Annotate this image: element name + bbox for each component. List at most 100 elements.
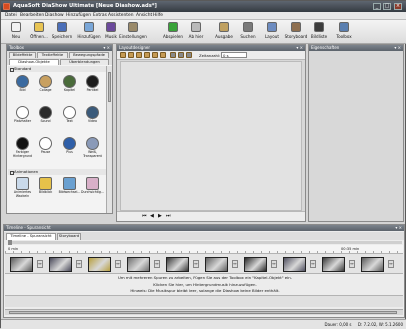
timeline-image-thumbnail[interactable] [88,257,111,272]
designer-tool-icon[interactable] [128,52,134,58]
output-icon [219,22,229,32]
preview-canvas[interactable] [120,61,302,211]
menu-ansicht[interactable]: Ansicht [136,13,152,18]
timeline-scroll-thumb[interactable] [9,311,397,314]
toolbar-button-2[interactable]: Speichern [51,22,73,43]
timeline-zoom-slider[interactable] [8,240,402,245]
toolbox-object[interactable]: Partikel [82,74,103,97]
toolbox-object[interactable]: Platzhalter [12,105,33,128]
toolbar-button-3[interactable]: Hinzufügen [77,22,101,43]
info-text-add-music[interactable]: Klicken Sie hier, um Hintergrundmusik hi… [4,282,406,287]
designer-tool-icon[interactable] [160,52,166,58]
toolbox-object[interactable]: Kapitel [59,74,80,97]
toolbar-button-1[interactable]: Öffnen... [28,22,50,43]
transition-icon[interactable]: ↔ [37,260,43,268]
toolbox-animation[interactable]: Bildblick [35,176,56,199]
toolbox-object[interactable]: Bild [12,74,33,97]
tab-ueberblendungen[interactable]: Überblendungen [60,59,109,65]
toolbar-button-11[interactable]: Storyboard [285,22,307,43]
timeline-image-thumbnail[interactable] [49,257,72,272]
designer-tool-icon[interactable] [152,52,158,58]
music-track[interactable] [5,295,403,307]
transition-icon[interactable]: ↔ [310,260,316,268]
object-label: Pause [40,150,51,154]
designer-tool-icon[interactable] [178,52,184,58]
panel-close-icon[interactable]: ▾ × [394,45,401,51]
maximize-button[interactable]: □ [383,3,391,10]
designer-tool-icon[interactable] [136,52,142,58]
zoom-field[interactable]: 0 s [221,52,247,58]
toolbox-object[interactable]: Weiß, Transparent [82,136,103,159]
section-standard[interactable]: Standard [8,66,111,72]
transition-icon[interactable]: ↔ [388,260,394,268]
timeline-image-thumbnail[interactable] [361,257,384,272]
transition-icon[interactable]: ↔ [193,260,199,268]
music-note-icon [106,22,116,32]
designer-tool-icon[interactable] [120,52,126,58]
transition-icon[interactable]: ↔ [76,260,82,268]
minimize-button[interactable]: _ [373,3,381,10]
tab-timeline[interactable]: Timeline - Spuransicht [6,233,56,240]
transition-icon[interactable]: ↔ [349,260,355,268]
timeline-hscrollbar[interactable] [5,309,403,315]
toolbar-button-8[interactable]: Ausgabe [213,22,235,43]
info-text-music-hint: Hinweis: Die Musikspur bleibt leer, sola… [130,288,280,293]
menu-extras[interactable]: Extras [93,13,107,18]
skip-back-icon[interactable]: ⏮ [142,213,147,219]
toolbar-button-5[interactable]: Einstellungen [119,22,147,43]
toolbox-object[interactable]: Video [82,105,103,128]
transition-icon[interactable]: ↔ [154,260,160,268]
step-forward-icon[interactable]: ▶ [158,213,162,219]
app-window: AquaSoft DiaShow Ultimate [Neue Diashow.… [0,0,406,329]
designer-tool-icon[interactable] [170,52,176,58]
toolbox-object[interactable]: Farbiger Hintergrund [12,136,33,159]
toolbar-button-10[interactable]: Layout [261,22,283,43]
toolbar-button-12[interactable]: Bildliste [308,22,330,43]
menu-hinzufuegen[interactable]: Hinzufügen [66,13,91,18]
transition-icon[interactable]: ↔ [232,260,238,268]
toolbar-button-13[interactable]: Toolbox [333,22,355,43]
menu-diashow[interactable]: Diashow [45,13,64,18]
toolbox-scrollbar[interactable] [106,66,112,213]
tab-storyboard[interactable]: Storyboard [57,233,81,240]
designer-tool-icon[interactable] [144,52,150,58]
object-label: Text [66,119,73,123]
toolbox-object[interactable]: Pause [35,136,56,159]
menu-datei[interactable]: Datei [5,13,17,18]
tab-diashow-objekte[interactable]: Diashow-Objekte [9,59,59,65]
timeline-image-thumbnail[interactable] [10,257,33,272]
toolbox-object[interactable]: Collage [35,74,56,97]
toolbar-button-0[interactable]: Neu [5,22,27,43]
timeline-image-thumbnail[interactable] [205,257,228,272]
section-animationen[interactable]: Animationen [8,169,111,175]
menu-hilfe[interactable]: Hilfe [153,13,163,18]
transition-icon[interactable]: ↔ [115,260,121,268]
skip-forward-icon[interactable]: ⏭ [166,213,171,219]
timeline-image-thumbnail[interactable] [127,257,150,272]
timeline-image-thumbnail[interactable] [166,257,189,272]
toolbox-object[interactable]: Text [59,105,80,128]
transition-icon[interactable]: ↔ [271,260,277,268]
menu-bearbeiten[interactable]: Bearbeiten [20,13,44,18]
window-title: AquaSoft DiaShow Ultimate [Neue Diashow.… [13,3,157,9]
toolbar-button-4[interactable]: Musik [100,22,122,43]
toolbox-object[interactable]: Plus [59,136,80,159]
toolbox-object[interactable]: Sound [35,105,56,128]
timeline-image-thumbnail[interactable] [283,257,306,272]
timeline-image-thumbnail[interactable] [244,257,267,272]
toolbar-button-6[interactable]: Abspielen [162,22,184,43]
step-back-icon[interactable]: ◀ [150,213,154,219]
toolbar-button-9[interactable]: Suchen [237,22,259,43]
panel-close-icon[interactable]: ▾ × [395,225,402,231]
toolbox-animation[interactable]: Bildwechsel... [59,176,80,199]
toolbox-animation[interactable]: Animiertes Wackeln [12,176,33,199]
close-button[interactable]: × [394,3,402,10]
toolbox-animation[interactable]: Durchsichtig... [80,176,104,199]
toolbar-button-7[interactable]: Ab hier [185,22,207,43]
animation-label: Durchsichtig... [80,190,104,194]
toolbox-scroll-thumb[interactable] [108,72,111,102]
object-icon [86,75,99,88]
timeline-image-thumbnail[interactable] [322,257,345,272]
designer-tool-icon[interactable] [186,52,192,58]
menu-assistenten[interactable]: Assistenten [108,13,134,18]
